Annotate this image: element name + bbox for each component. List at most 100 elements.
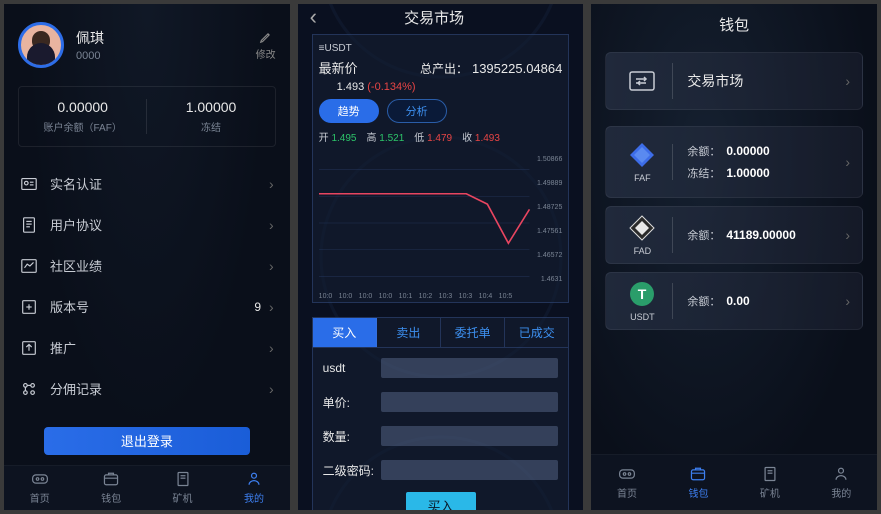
tab-icon — [101, 471, 121, 487]
menu-extra: 9 — [254, 300, 261, 314]
y-tick: 1.48725 — [537, 204, 562, 211]
chart-tab-1[interactable]: 分析 — [387, 99, 447, 123]
tab-1[interactable]: 钱包 — [75, 466, 146, 511]
tab-icon — [244, 471, 264, 487]
avatar[interactable] — [18, 22, 64, 68]
tab-3[interactable]: 我的 — [806, 455, 877, 510]
tab-icon — [760, 466, 780, 482]
x-tick: 10:3 — [439, 293, 453, 300]
price-chart: 1.508661.498891.487251.475611.465721.463… — [319, 148, 563, 298]
tab-2[interactable]: 矿机 — [734, 455, 805, 510]
asset-card-FAD[interactable]: FAD余额：41189.00000› — [605, 206, 863, 264]
coin-icon — [628, 141, 656, 169]
asset-balance: 0.00000 — [726, 144, 769, 158]
menu-item-5[interactable]: 分佣记录› — [4, 368, 290, 409]
field-input-1[interactable] — [381, 392, 559, 412]
frozen-value: 1.00000 — [147, 99, 274, 115]
chevron-right-icon: › — [845, 154, 850, 170]
chevron-right-icon: › — [269, 217, 274, 233]
chevron-right-icon: › — [269, 258, 274, 274]
y-tick: 1.46572 — [537, 252, 562, 259]
tab-3[interactable]: 我的 — [218, 466, 289, 511]
ohlc-row: 开 1.495 高 1.521 低 1.479 收 1.493 — [319, 129, 563, 144]
asset-frozen: 1.00000 — [726, 166, 769, 180]
tab-bar: 首页钱包矿机我的 — [591, 454, 877, 510]
order-tab-3[interactable]: 已成交 — [505, 318, 568, 347]
share-icon — [20, 339, 40, 357]
x-tick: 10:0 — [379, 293, 393, 300]
chart-icon — [20, 257, 40, 275]
page-title: 交易市场 — [298, 7, 572, 28]
menu-item-0[interactable]: 实名认证› — [4, 163, 290, 204]
chevron-right-icon: › — [845, 293, 850, 309]
chevron-right-icon: › — [269, 176, 274, 192]
asset-card-USDT[interactable]: TUSDT余额：0.00› — [605, 272, 863, 330]
price-change: (-0.134%) — [367, 81, 415, 93]
tab-2[interactable]: 矿机 — [147, 466, 218, 511]
field-input-3[interactable] — [381, 460, 559, 480]
edit-profile-button[interactable]: 修改 — [256, 30, 276, 61]
balance-label: 账户余额（FAF） — [19, 119, 146, 134]
order-form: usdt单价:数量:二级密码: — [313, 354, 569, 484]
asset-balance: 41189.00000 — [726, 228, 795, 242]
menu-item-3[interactable]: 版本号9› — [4, 286, 290, 327]
asset-balance: 0.00 — [726, 294, 749, 308]
field-input-0[interactable] — [381, 358, 559, 378]
x-tick: 10:2 — [419, 293, 433, 300]
market-screen: ‹ 交易市场 ≡USDT 最新价 总产出： 1395225.04864 1.49… — [298, 4, 584, 510]
order-tab-group: 买入卖出委托单已成交 — [313, 318, 569, 348]
menu-list: 实名认证›用户协议›社区业绩›版本号9›推广›分佣记录› — [4, 155, 290, 417]
order-panel: 买入卖出委托单已成交 usdt单价:数量:二级密码: 买入 — [312, 317, 570, 510]
x-tick: 10:0 — [339, 293, 353, 300]
pencil-icon — [259, 30, 273, 44]
total-output-label: 总产出： — [420, 60, 468, 77]
y-tick: 1.4631 — [541, 276, 562, 283]
frozen-label: 冻结 — [147, 119, 274, 134]
market-link-card[interactable]: 交易市场 › — [605, 52, 863, 110]
chart-tab-0[interactable]: 趋势 — [319, 99, 379, 123]
tab-icon — [617, 466, 637, 482]
submit-buy-button[interactable]: 买入 — [406, 492, 476, 510]
coin-icon — [628, 214, 656, 242]
field-label: usdt — [323, 361, 381, 375]
balance-value: 0.00000 — [19, 99, 146, 115]
asset-card-FAF[interactable]: FAF余额：0.00000冻结：1.00000› — [605, 126, 863, 198]
tab-1[interactable]: 钱包 — [663, 455, 734, 510]
logout-button[interactable]: 退出登录 — [44, 427, 250, 455]
menu-item-1[interactable]: 用户协议› — [4, 204, 290, 245]
profile-screen: 佩琪 0000 修改 0.00000 账户余额（FAF） 1.00000 冻结 … — [4, 4, 290, 510]
order-tab-0[interactable]: 买入 — [313, 318, 377, 347]
asset-symbol: FAD — [634, 246, 652, 256]
chevron-right-icon: › — [845, 227, 850, 243]
wallet-screen: 钱包 交易市场 › FAF余额：0.00000冻结：1.00000›FAD余额：… — [591, 4, 877, 510]
tab-icon — [831, 466, 851, 482]
total-output-value: 1395225.04864 — [472, 61, 562, 76]
x-tick: 10:3 — [459, 293, 473, 300]
tab-0[interactable]: 首页 — [4, 466, 75, 511]
asset-symbol: USDT — [630, 312, 655, 322]
menu-item-4[interactable]: 推广› — [4, 327, 290, 368]
order-tab-1[interactable]: 卖出 — [377, 318, 441, 347]
latest-price-label: 最新价 — [319, 58, 420, 77]
chevron-right-icon: › — [269, 340, 274, 356]
tab-0[interactable]: 首页 — [591, 455, 662, 510]
version-icon — [20, 298, 40, 316]
profile-name: 佩琪 — [76, 28, 256, 48]
chart-card: ≡USDT 最新价 总产出： 1395225.04864 1.493 (-0.1… — [312, 34, 570, 303]
y-tick: 1.47561 — [537, 228, 562, 235]
tab-icon — [173, 471, 193, 487]
symbol: ≡USDT — [319, 43, 563, 54]
y-tick: 1.50866 — [537, 156, 562, 163]
id-icon — [20, 175, 40, 193]
exchange-icon — [629, 71, 655, 91]
chevron-right-icon: › — [269, 381, 274, 397]
order-tab-2[interactable]: 委托单 — [441, 318, 505, 347]
menu-item-2[interactable]: 社区业绩› — [4, 245, 290, 286]
tab-icon — [688, 466, 708, 482]
chevron-right-icon: › — [845, 73, 850, 89]
page-title: 钱包 — [591, 4, 877, 44]
field-label: 二级密码: — [323, 462, 381, 479]
price-value: 1.493 — [337, 81, 365, 93]
field-input-2[interactable] — [381, 426, 559, 446]
x-tick: 10:0 — [359, 293, 373, 300]
